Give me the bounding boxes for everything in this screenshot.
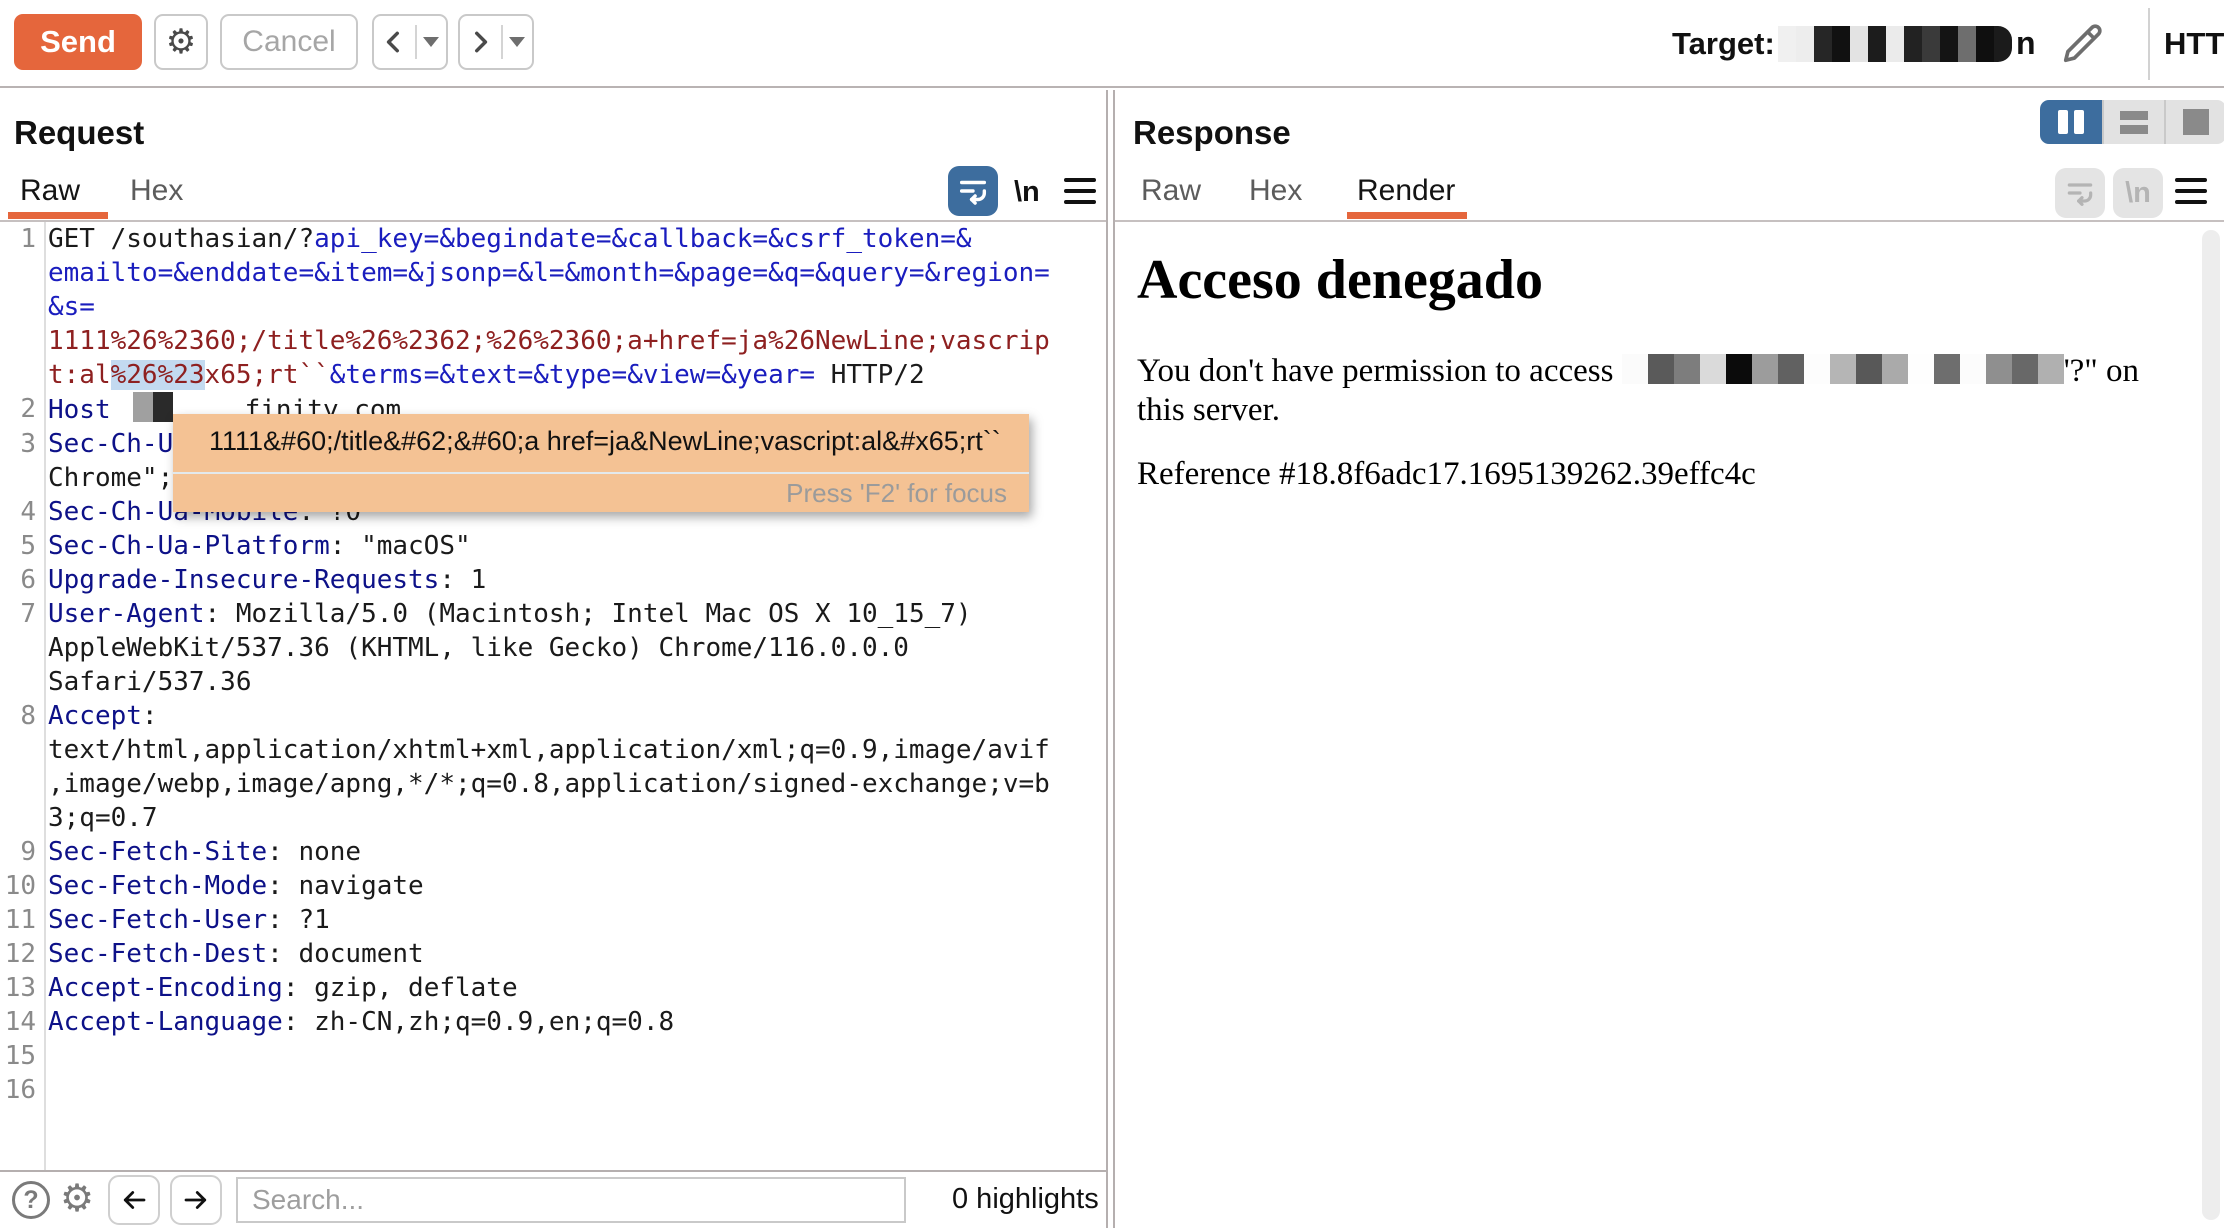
send-settings-button[interactable]: ⚙: [154, 14, 208, 70]
code-row[interactable]: 13Accept-Encoding: gzip, deflate: [0, 971, 1106, 1005]
divider: [173, 472, 1029, 474]
code-row[interactable]: emailto=&enddate=&item=&jsonp=&l=&month=…: [0, 256, 1106, 290]
code-row[interactable]: 7User-Agent: Mozilla/5.0 (Macintosh; Int…: [0, 597, 1106, 631]
cancel-button[interactable]: Cancel: [220, 14, 358, 70]
code-row[interactable]: text/html,application/xhtml+xml,applicat…: [0, 733, 1106, 767]
edit-target-button[interactable]: [2056, 18, 2108, 70]
search-input[interactable]: [236, 1177, 906, 1223]
code-row[interactable]: 12Sec-Fetch-Dest: document: [0, 937, 1106, 971]
arrow-right-icon: [181, 1185, 211, 1215]
rendered-page-paragraph: You don't have permission to access '?" …: [1137, 352, 2167, 430]
gear-icon: ⚙: [60, 1178, 94, 1220]
request-menu-button[interactable]: [1064, 178, 1096, 204]
code-row[interactable]: 1111%26%2360;/title%26%2362;%26%2360;a+h…: [0, 324, 1106, 358]
response-scrollbar[interactable]: [2202, 230, 2220, 1220]
selected-tab-underline: [8, 212, 108, 219]
request-panel: Request Raw Hex \n 1GET /southasian/?api…: [0, 90, 1108, 1228]
hamburger-icon: [2175, 178, 2207, 182]
response-menu-button[interactable]: [2175, 178, 2207, 204]
divider: [501, 25, 503, 59]
code-row[interactable]: 10Sec-Fetch-Mode: navigate: [0, 869, 1106, 903]
code-row[interactable]: 11Sec-Fetch-User: ?1: [0, 903, 1106, 937]
redacted-url: [1622, 353, 2064, 389]
code-row[interactable]: 1GET /southasian/?api_key=&begindate=&ca…: [0, 222, 1106, 256]
word-wrap-toggle-disabled: [2055, 168, 2105, 218]
response-tab-hex[interactable]: Hex: [1249, 174, 1302, 208]
show-newlines-toggle-disabled: \n: [2113, 168, 2163, 218]
code-row[interactable]: 15: [0, 1039, 1106, 1073]
word-wrap-icon: [2064, 177, 2096, 209]
layout-columns-button[interactable]: [2040, 100, 2102, 144]
response-tab-raw[interactable]: Raw: [1141, 174, 1201, 208]
word-wrap-toggle[interactable]: [948, 166, 998, 216]
chevron-right-icon: [467, 27, 493, 57]
gutter-separator: [44, 222, 46, 1170]
top-toolbar: Send ⚙ Cancel Target: n HTTP/: [0, 0, 2224, 88]
hamburger-icon: [1064, 178, 1096, 182]
request-editor-rows: 1GET /southasian/?api_key=&begindate=&ca…: [0, 222, 1106, 1107]
code-row[interactable]: 14Accept-Language: zh-CN,zh;q=0.9,en;q=0…: [0, 1005, 1106, 1039]
layout-single-button[interactable]: [2164, 100, 2224, 144]
previous-match-button[interactable]: [108, 1175, 160, 1225]
caret-down-icon[interactable]: [509, 37, 525, 47]
layout-rows-button[interactable]: [2102, 100, 2164, 144]
response-panel: Response Raw Hex Render \n Acceso denega…: [1113, 90, 2224, 1228]
layout-switcher: [2040, 100, 2224, 144]
rendered-page-reference: Reference #18.8f6adc17.1695139262.39effc…: [1137, 456, 1756, 493]
code-row[interactable]: t:al%26%23x65;rt``&terms=&text=&type=&vi…: [0, 358, 1106, 392]
arrow-left-icon: [119, 1185, 149, 1215]
code-row[interactable]: Safari/537.36: [0, 665, 1106, 699]
selected-tab-underline: [1347, 212, 1467, 219]
caret-down-icon[interactable]: [423, 37, 439, 47]
send-button[interactable]: Send: [14, 14, 142, 70]
request-title: Request: [14, 114, 144, 152]
code-row[interactable]: 6Upgrade-Insecure-Requests: 1: [0, 563, 1106, 597]
tooltip-decoded-value: 1111&#60;/title&#62;&#60;a href=ja&NewLi…: [209, 426, 1001, 457]
request-tab-raw[interactable]: Raw: [20, 174, 80, 208]
response-tab-render[interactable]: Render: [1357, 174, 1455, 208]
request-tab-hex[interactable]: Hex: [130, 174, 183, 208]
code-row[interactable]: ,image/webp,image/apng,*/*;q=0.8,applica…: [0, 767, 1106, 801]
help-button[interactable]: ?: [12, 1181, 50, 1219]
code-row[interactable]: 8Accept:: [0, 699, 1106, 733]
rendered-page-heading: Acceso denegado: [1137, 248, 1543, 312]
next-match-button[interactable]: [170, 1175, 222, 1225]
divider: [415, 25, 417, 59]
code-row[interactable]: 3;q=0.7: [0, 801, 1106, 835]
chevron-left-icon: [381, 27, 407, 57]
show-newlines-toggle[interactable]: \n: [1014, 176, 1040, 209]
word-wrap-icon: [956, 174, 990, 208]
code-row[interactable]: 5Sec-Ch-Ua-Platform: "macOS": [0, 529, 1106, 563]
highlights-count: 0 highlights: [952, 1183, 1099, 1216]
redacted-host: [133, 395, 173, 425]
http-protocol-selector[interactable]: HTTP/2: [2164, 26, 2224, 62]
gear-icon: ⚙: [166, 22, 196, 62]
inspector-tooltip: 1111&#60;/title&#62;&#60;a href=ja&NewLi…: [173, 414, 1029, 512]
code-row[interactable]: &s=: [0, 290, 1106, 324]
target-host-redacted: [1778, 26, 2012, 62]
history-forward-button[interactable]: [458, 14, 534, 70]
target-label: Target:: [1672, 26, 1775, 62]
response-title: Response: [1133, 114, 1291, 152]
tooltip-focus-hint: Press 'F2' for focus: [786, 478, 1007, 509]
divider: [2148, 8, 2150, 80]
pencil-icon: [2056, 18, 2108, 70]
code-row[interactable]: AppleWebKit/537.36 (KHTML, like Gecko) C…: [0, 631, 1106, 665]
target-host-suffix: n: [2016, 25, 2036, 62]
code-row[interactable]: 9Sec-Fetch-Site: none: [0, 835, 1106, 869]
request-search-bar: ? ⚙ 0 highlights: [0, 1170, 1106, 1228]
history-back-button[interactable]: [372, 14, 448, 70]
response-render-view: Acceso denegado You don't have permissio…: [1115, 222, 2224, 1228]
search-settings-button[interactable]: ⚙: [60, 1176, 94, 1221]
code-row[interactable]: 16: [0, 1073, 1106, 1107]
repeater-window: Send ⚙ Cancel Target: n HTTP/: [0, 0, 2224, 1228]
request-editor[interactable]: 1GET /southasian/?api_key=&begindate=&ca…: [0, 222, 1106, 1170]
